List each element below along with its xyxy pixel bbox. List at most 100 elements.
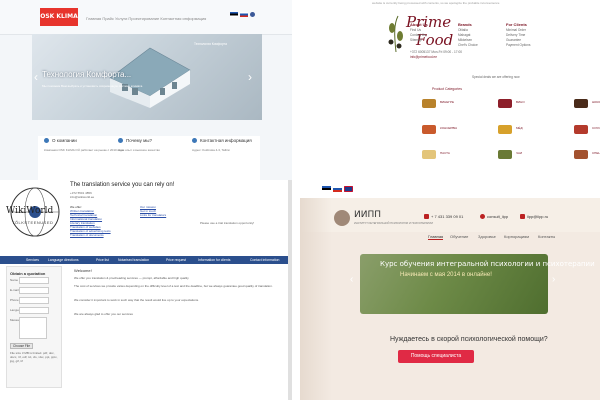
welcome-heading: Welcome! [74, 268, 92, 273]
product-label[interactable]: СОУСЫ [592, 126, 600, 130]
choose-file-button[interactable]: Choose File [10, 343, 34, 349]
product-image[interactable] [422, 125, 436, 134]
product-label[interactable]: КОНСЕРВЫ [440, 126, 457, 130]
name-field[interactable] [19, 277, 49, 284]
brand-item[interactable]: Mikkelsen [458, 38, 472, 42]
client-item[interactable]: Payment Options [506, 43, 530, 47]
product-image[interactable] [422, 99, 436, 108]
prev-slide-icon[interactable]: ‹ [34, 70, 38, 84]
brand-item[interactable]: Olitalia [458, 28, 468, 32]
product-label[interactable]: ВИНО [516, 100, 525, 104]
iipp-logo-icon[interactable] [334, 210, 350, 226]
client-item[interactable]: Minimal Order [506, 28, 526, 32]
product-label[interactable]: ЧАИ [516, 151, 522, 155]
specialist-help-button[interactable]: Помощь специалиста [398, 350, 474, 363]
prime-phone: +372 6005137 Mon-Fri 09:00 - 17:00 [410, 50, 463, 54]
nav-item[interactable]: Price list [96, 258, 109, 262]
wiki-logo-line1: WikiWorld [6, 206, 54, 216]
help-question: Нуждаетесь в скорой психологической помо… [390, 336, 548, 343]
client-item[interactable]: Delivery Time [506, 33, 525, 37]
nav-item[interactable]: Price request [166, 258, 186, 262]
product-image[interactable] [574, 99, 588, 108]
product-image[interactable] [498, 125, 512, 134]
iipp-banner: ‹ Курс обучения интегральной психологии … [350, 254, 595, 314]
iipp-title[interactable]: ИИПП [354, 210, 381, 220]
offer-item[interactable]: Translation of documents [70, 233, 104, 237]
clients-head: For Clients [506, 22, 527, 27]
iipp-skype: consult_iipp [487, 214, 509, 219]
product-label[interactable]: МЁД [516, 126, 523, 130]
question-icon [118, 138, 123, 143]
iipp-email[interactable]: iipp@iipp.ru [527, 214, 548, 219]
flag-ru-icon[interactable] [333, 186, 342, 192]
nav-item[interactable]: Services [26, 258, 39, 262]
flag-ee-icon[interactable] [230, 12, 238, 17]
iipp-site-screenshot: ИИПП ИНСТИТУТ ИНТЕГРАЛЬНОЙ ПСИХОЛОГИИ И … [300, 198, 600, 400]
nav-item[interactable]: Notarised translation [118, 258, 149, 262]
brand-item[interactable]: Chef's Choice [458, 43, 478, 47]
skype-icon [480, 214, 485, 219]
next-slide-icon[interactable]: › [552, 274, 555, 285]
prime-email[interactable]: info@primefood.ee [410, 55, 437, 59]
col-why-head: Почему мы? [126, 138, 152, 143]
product-label[interactable]: СПЕЦИИ [592, 151, 600, 155]
body-para: The cost of services we provide varies d… [74, 284, 273, 288]
slide-title: Технология Комфорта... [42, 70, 132, 79]
slide-subtitle: Технология Комфорта [194, 42, 227, 46]
phone-icon [424, 214, 429, 219]
link-item[interactable]: Links for translators [140, 213, 166, 217]
nav-item[interactable]: Language directions [48, 258, 79, 262]
about-item[interactable]: Find Us [410, 28, 421, 32]
social-icon[interactable] [250, 12, 255, 17]
special-deals[interactable]: Special deals we are offering now [472, 75, 520, 79]
nav-item[interactable]: Обучение [450, 234, 468, 239]
osk-nav[interactable]: Главная Прайс Услуги Проектирование Конт… [86, 16, 206, 21]
email-field[interactable] [19, 287, 49, 294]
osk-slider: Технология Комфорта Технология Комфорта.… [32, 34, 262, 120]
osk-logo[interactable]: OSK KLIMA [40, 8, 78, 26]
primefood-site-screenshot: website is currently being processed wit… [322, 0, 600, 190]
product-label[interactable]: ВИНЕГРЕ [440, 100, 454, 104]
next-slide-icon[interactable]: › [248, 70, 252, 84]
wiki-logo-line2: TÕLKETEENUSED [12, 220, 54, 225]
nav-item[interactable]: Главная [428, 234, 444, 240]
product-label[interactable]: ШОКОЛАД [592, 100, 600, 104]
wiki-email[interactable]: info@wikiworld.ee [70, 195, 94, 199]
quote-form: Obtain a quotation Name E-mail Phone Lan… [6, 266, 62, 388]
about-head: About Us [410, 22, 428, 27]
nav-item[interactable]: Контакты [538, 234, 555, 239]
flag-ru-icon[interactable] [240, 12, 248, 17]
product-image[interactable] [498, 150, 512, 159]
brands-head: Brands [458, 22, 472, 27]
osk-site-screenshot: OSK KLIMA Главная Прайс Услуги Проектиро… [0, 0, 292, 182]
prev-slide-icon[interactable]: ‹ [350, 274, 353, 285]
product-image[interactable] [422, 150, 436, 159]
trial-note: Please use a trial translation opportuni… [200, 221, 255, 225]
prime-notice: website is currently being processed wit… [372, 1, 500, 5]
about-item[interactable]: Contact Us [410, 33, 426, 37]
brand-item[interactable]: Mahagat [458, 33, 470, 37]
scrollbar[interactable] [288, 180, 292, 400]
nav-item[interactable]: Contact information [250, 258, 279, 262]
nav-item[interactable]: Information for clients [198, 258, 230, 262]
language-field[interactable] [19, 307, 49, 314]
flag-uk-icon[interactable] [344, 186, 353, 192]
product-image[interactable] [498, 99, 512, 108]
flag-ee-icon[interactable] [322, 186, 331, 192]
col-why-text: Наш опыт и высокое качество [118, 148, 161, 152]
banner-title: Курс обучения интегральной психологии и … [380, 260, 595, 268]
wikiworld-site-screenshot: WikiWorld TÕLKETEENUSED The translation … [0, 180, 292, 400]
about-item[interactable]: Sitemap [410, 38, 422, 42]
body-para: We offer you translation & proofreading … [74, 276, 189, 280]
nav-item[interactable]: Здоровье [478, 234, 496, 239]
body-para: We consider it important to work in such… [74, 298, 200, 302]
message-field[interactable] [19, 317, 47, 339]
client-item[interactable]: Guarantee [506, 38, 521, 42]
formats-text: File size 3 MB is limited. pdf, doc, doc… [10, 351, 58, 363]
product-image[interactable] [574, 150, 588, 159]
product-image[interactable] [574, 125, 588, 134]
product-label[interactable]: ПАСТА [440, 151, 450, 155]
phone-field[interactable] [19, 297, 49, 304]
nav-item[interactable]: Корпорациям [504, 234, 529, 239]
check-icon [44, 138, 49, 143]
